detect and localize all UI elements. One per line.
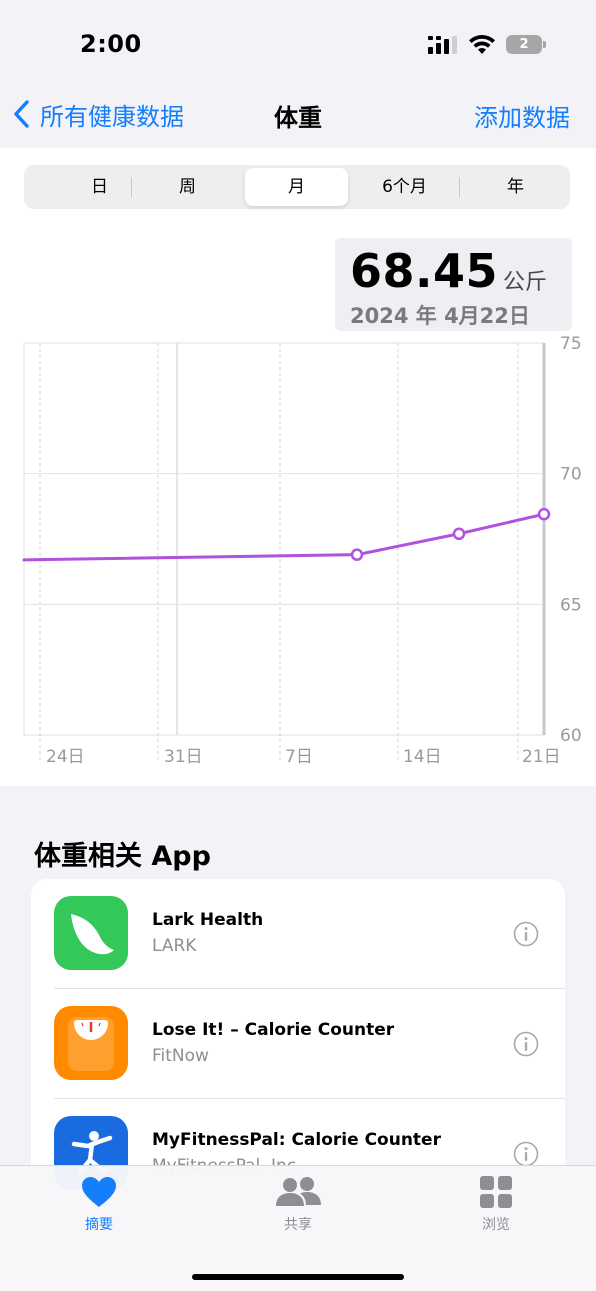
scale-icon <box>54 1006 128 1080</box>
app-name: Lose It! – Calorie Counter <box>152 1020 395 1040</box>
tab-label: 摘要 <box>85 1217 113 1233</box>
status-time: 2:00 <box>80 30 142 58</box>
heart-icon <box>82 1177 116 1207</box>
chart-panel: 日 周 月 6个月 年 68.45 公斤 2024 年 4月22日 24日 31日… <box>0 148 596 786</box>
chevron-left-icon <box>14 100 29 128</box>
related-apps-title: 体重相关 App <box>34 841 211 872</box>
x-tick-label: 24日 <box>46 747 85 767</box>
segment-six-months[interactable]: 6个月 <box>353 168 456 206</box>
app-name: MyFitnessPal: Calorie Counter <box>152 1130 441 1150</box>
segment-year[interactable]: 年 <box>464 168 567 206</box>
x-tick-label: 21日 <box>522 747 561 767</box>
list-item[interactable]: Lose It! – Calorie Counter FitNow <box>31 989 565 1098</box>
segment-week[interactable]: 周 <box>136 168 239 206</box>
weight-unit: 公斤 <box>503 270 548 295</box>
wifi-icon <box>469 34 495 54</box>
people-icon <box>276 1177 321 1206</box>
tab-bar: 摘要 共享 浏览 <box>0 1165 596 1291</box>
home-indicator <box>192 1274 404 1280</box>
app-developer: LARK <box>152 936 197 956</box>
x-tick-label: 7日 <box>285 747 313 767</box>
tab-summary[interactable]: 摘要 <box>39 1176 159 1246</box>
lark-bird-icon <box>54 896 128 970</box>
series-line <box>22 512 546 562</box>
back-button[interactable]: 所有健康数据 <box>12 98 184 131</box>
info-icon[interactable] <box>513 921 539 947</box>
y-tick-label: 60 <box>560 726 582 746</box>
app-developer: FitNow <box>152 1046 209 1066</box>
x-tick-label: 14日 <box>403 747 442 767</box>
info-icon[interactable] <box>513 1031 539 1057</box>
app-name: Lark Health <box>152 910 264 930</box>
battery-level: 2 <box>506 35 542 54</box>
x-tick-label: 31日 <box>164 747 203 767</box>
weight-line-chart[interactable]: 24日 31日 7日 14日 21日 75 70 65 60 <box>0 331 596 771</box>
readout-date: 2024 年 4月22日 <box>350 304 530 328</box>
status-bar: 2:00 2 <box>0 0 596 80</box>
tab-sharing[interactable]: 共享 <box>238 1176 358 1246</box>
data-point <box>350 548 364 561</box>
y-tick-label: 75 <box>560 334 582 354</box>
y-tick-label: 65 <box>560 595 582 615</box>
data-point <box>537 507 551 521</box>
data-point <box>452 527 466 541</box>
tab-label: 浏览 <box>482 1217 510 1233</box>
y-tick-label: 70 <box>560 465 582 485</box>
add-data-button[interactable]: 添加数据 <box>474 98 570 133</box>
navigation-bar: 所有健康数据 体重 添加数据 <box>0 80 596 148</box>
segment-month[interactable]: 月 <box>245 168 348 206</box>
tab-browse[interactable]: 浏览 <box>436 1176 556 1246</box>
cellular-signal-icon <box>428 36 457 54</box>
battery-icon: 2 <box>506 35 546 54</box>
time-range-control: 日 周 月 6个月 年 <box>24 165 570 209</box>
grid-icon <box>480 1176 512 1208</box>
info-icon[interactable] <box>513 1141 539 1167</box>
related-apps-list: Lark Health LARK Lose It! – Calorie Coun… <box>31 879 565 1209</box>
list-item[interactable]: Lark Health LARK <box>31 879 565 988</box>
plot-frame <box>23 342 545 736</box>
weight-value: 68.45 <box>350 244 499 298</box>
back-label: 所有健康数据 <box>40 102 184 131</box>
tab-label: 共享 <box>284 1217 312 1233</box>
selected-value-readout: 68.45 公斤 2024 年 4月22日 <box>335 238 572 331</box>
